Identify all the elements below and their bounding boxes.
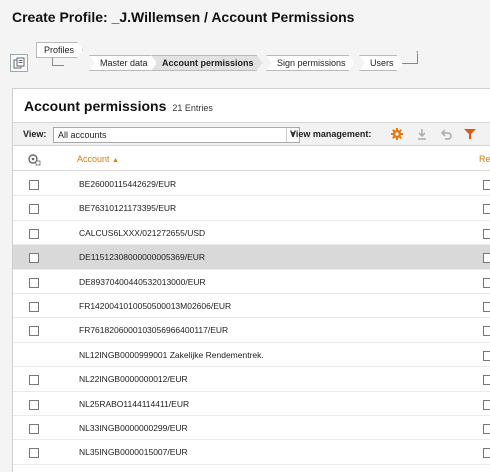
crumb-users[interactable]: Users [359,55,403,71]
row-permission-checkbox[interactable] [483,326,490,337]
row-permission-checkbox[interactable] [483,399,490,410]
row-checkbox[interactable] [29,448,39,459]
account-list: BE26000115442629/EUR BE76310121173395/EUR… [13,172,490,465]
breadcrumb: ↑ Profiles Master data Account permissio… [0,36,490,86]
account-cell: CALCUS6LXXX/021272655/USD [79,227,206,238]
row-checkbox[interactable] [29,204,39,215]
account-cell: NL22INGB0000000012/EUR [79,374,188,385]
table-row[interactable]: FR7618206000103056966400117/EUR [13,318,490,343]
table-row[interactable]: CALCUS6LXXX/021272655/USD [13,221,490,246]
column-header-account[interactable]: Account ▲ [77,154,119,164]
row-permission-checkbox[interactable] [483,448,490,459]
account-cell: DE11512308000000005369/EUR [79,252,206,263]
gear-icon[interactable] [391,128,403,140]
row-checkbox[interactable] [29,375,39,386]
entry-count: 21 Entries [172,103,213,113]
crumb-sign-permissions[interactable]: Sign permissions [266,55,355,71]
table-row[interactable]: DE11512308000000005369/EUR [13,245,490,270]
row-permission-checkbox[interactable] [483,204,490,215]
account-cell: NL35INGB0000015007/EUR [79,447,188,458]
page-title: Create Profile: _J.Willemsen / Account P… [12,9,355,25]
row-checkbox[interactable] [29,228,39,239]
account-permissions-panel: Account permissions 21 Entries View: All … [12,88,490,472]
account-cell: BE76310121173395/EUR [79,203,177,214]
account-cell: NL12INGB0000999001 Zakelijke Rendementre… [79,349,264,360]
account-cell: BE26000115442629/EUR [79,179,177,189]
row-permission-checkbox[interactable] [483,350,490,361]
table-row[interactable]: NL25RABO1144114411/EUR [13,392,490,416]
row-permission-checkbox[interactable] [483,180,490,190]
column-header-right[interactable]: Re [479,154,490,164]
table-row[interactable]: NL33INGB0000000299/EUR [13,416,490,441]
row-checkbox[interactable] [29,253,39,264]
row-checkbox[interactable] [29,399,39,410]
sort-asc-icon: ▲ [112,157,119,164]
table-row[interactable]: NL12INGB0000999001 Zakelijke Rendementre… [13,343,490,368]
undo-icon[interactable] [440,128,452,140]
view-select-value: All accounts [58,130,107,140]
row-permission-checkbox[interactable] [483,228,490,239]
column-account-label: Account [77,154,110,164]
row-checkbox[interactable] [29,277,39,288]
crumb-profiles[interactable]: Profiles [36,42,83,58]
table-row[interactable]: NL22INGB0000000012/EUR [13,367,490,392]
row-permission-checkbox[interactable] [483,253,490,264]
filter-icon[interactable] [464,128,476,140]
view-management-label: View management: [290,129,372,139]
row-permission-checkbox[interactable] [483,277,490,288]
table-row[interactable]: NL35INGB0000015007/EUR [13,440,490,465]
row-permission-checkbox[interactable] [483,375,490,386]
view-toolbar: View: All accounts ▼ View management: [13,122,490,146]
up-arrow-icon: ↑ [415,48,420,58]
row-checkbox[interactable] [29,301,39,312]
table-row[interactable]: DE89370400440532013000/EUR [13,270,490,294]
account-cell: FR1420041010050500013M02606/EUR [79,300,232,311]
account-cell: NL25RABO1144114411/EUR [79,398,190,409]
row-checkbox[interactable] [29,326,39,337]
column-settings-icon[interactable] [27,153,41,171]
download-icon[interactable] [416,128,428,140]
home-icon[interactable] [10,54,28,72]
account-cell: NL33INGB0000000299/EUR [79,422,188,433]
table-row[interactable]: BE76310121173395/EUR [13,196,490,221]
grid-header: Account ▲ Re [13,147,490,171]
panel-title: Account permissions [24,98,167,114]
row-checkbox[interactable] [29,423,39,434]
account-cell: DE89370400440532013000/EUR [79,276,206,287]
account-cell: FR7618206000103056966400117/EUR [79,325,229,336]
row-checkbox[interactable] [29,180,39,190]
panel-heading: Account permissions 21 Entries [24,98,213,116]
view-label: View: [23,129,47,139]
table-row[interactable]: FR1420041010050500013M02606/EUR [13,294,490,319]
row-permission-checkbox[interactable] [483,423,490,434]
table-row[interactable]: BE26000115442629/EUR [13,172,490,197]
crumb-master-data[interactable]: Master data [89,55,157,71]
view-select[interactable]: All accounts ▼ [53,127,300,143]
row-permission-checkbox[interactable] [483,301,490,312]
crumb-account-permissions[interactable]: Account permissions [151,55,263,71]
